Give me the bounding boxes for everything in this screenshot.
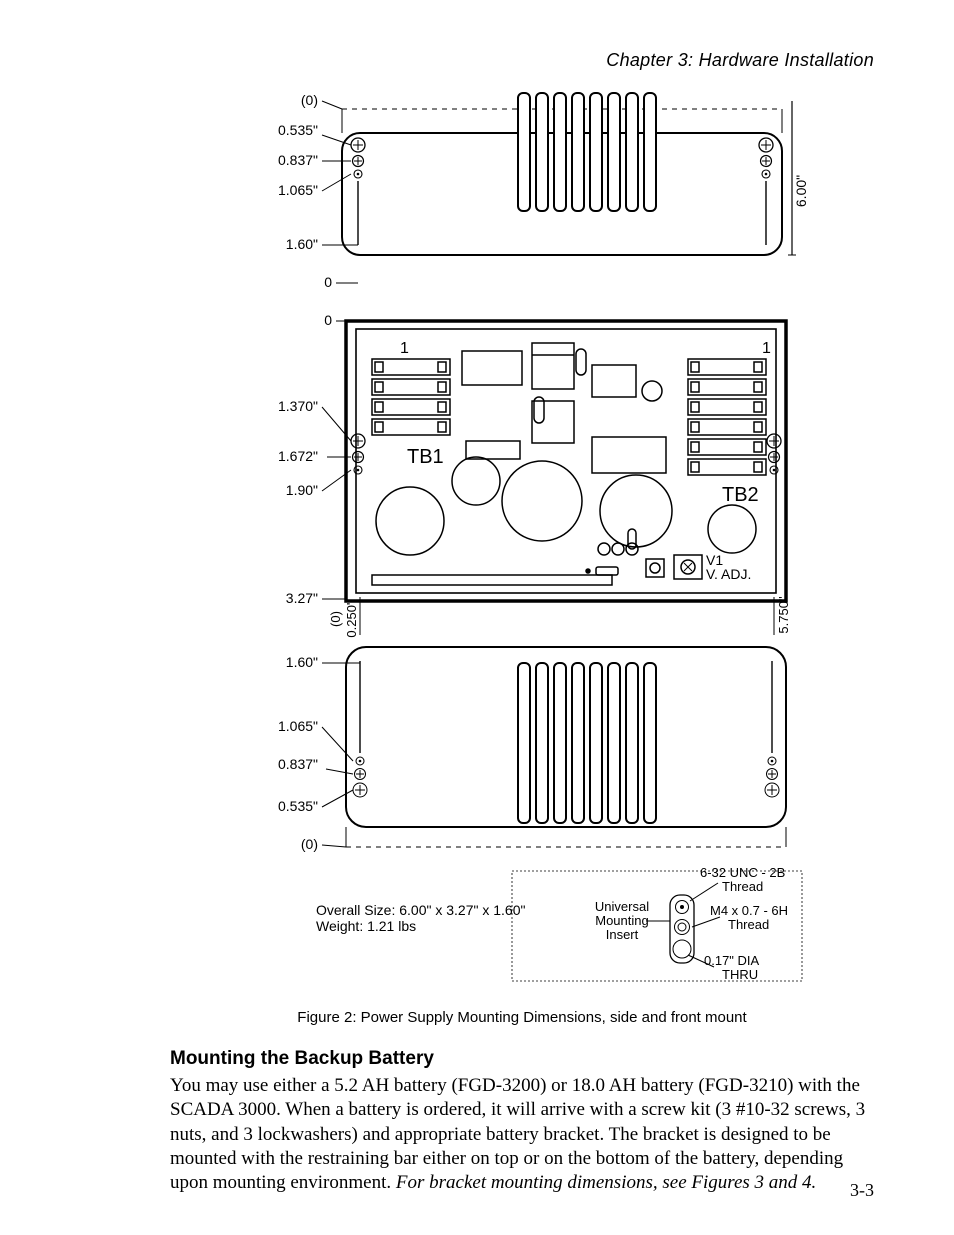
svg-text:0.250": 0.250"	[344, 600, 359, 638]
svg-text:TB1: TB1	[407, 446, 444, 468]
svg-text:0.535": 0.535"	[278, 798, 318, 814]
paragraph-italic: For bracket mounting dimensions, see Fig…	[396, 1172, 816, 1193]
svg-text:(0): (0)	[301, 92, 318, 108]
svg-text:1.60": 1.60"	[286, 654, 318, 670]
svg-text:V. ADJ.: V. ADJ.	[706, 566, 751, 582]
svg-text:Overall Size: 6.00" x 3.27" x: Overall Size: 6.00" x 3.27" x 1.60"	[316, 902, 525, 918]
svg-text:6-32 UNC - 2B: 6-32 UNC - 2B	[700, 865, 785, 880]
svg-text:0.535": 0.535"	[278, 122, 318, 138]
power-supply-diagram: (0) 0.535" 0.837" 1.065" 1.60" 0 0	[232, 91, 812, 991]
svg-text:0: 0	[324, 274, 332, 290]
chapter-header: Chapter 3: Hardware Installation	[170, 50, 874, 71]
svg-text:1: 1	[762, 340, 771, 357]
svg-text:M4 x 0.7 - 6H: M4 x 0.7 - 6H	[710, 903, 788, 918]
svg-text:Insert: Insert	[606, 927, 639, 942]
svg-text:3.27": 3.27"	[286, 590, 318, 606]
svg-text:1.370": 1.370"	[278, 398, 318, 414]
svg-text:1.065": 1.065"	[278, 718, 318, 734]
svg-text:Thread: Thread	[728, 917, 769, 932]
svg-text:(0): (0)	[328, 611, 343, 627]
svg-text:1.672": 1.672"	[278, 448, 318, 464]
svg-text:0.837": 0.837"	[278, 756, 318, 772]
svg-text:0: 0	[324, 312, 332, 328]
figure-2: (0) 0.535" 0.837" 1.065" 1.60" 0 0	[232, 91, 812, 991]
page-number: 3-3	[850, 1180, 874, 1201]
svg-text:6.00": 6.00"	[793, 175, 809, 207]
figure-caption: Figure 2: Power Supply Mounting Dimensio…	[170, 1009, 874, 1026]
svg-text:THRU: THRU	[722, 967, 758, 982]
svg-text:1.065": 1.065"	[278, 182, 318, 198]
svg-text:TB2: TB2	[722, 484, 759, 506]
svg-text:(0): (0)	[301, 836, 318, 852]
svg-text:1.90": 1.90"	[286, 482, 318, 498]
svg-text:Universal: Universal	[595, 899, 649, 914]
svg-text:0.837": 0.837"	[278, 152, 318, 168]
svg-text:Thread: Thread	[722, 879, 763, 894]
svg-text:Mounting: Mounting	[595, 913, 648, 928]
svg-text:0.17" DIA: 0.17" DIA	[704, 953, 760, 968]
section-heading: Mounting the Backup Battery	[170, 1048, 874, 1070]
section-paragraph: You may use either a 5.2 AH battery (FGD…	[170, 1074, 874, 1196]
svg-text:Weight: 1.21 lbs: Weight: 1.21 lbs	[316, 918, 416, 934]
svg-text:1: 1	[400, 340, 409, 357]
svg-text:1.60": 1.60"	[286, 236, 318, 252]
svg-text:5.750": 5.750"	[776, 596, 791, 634]
